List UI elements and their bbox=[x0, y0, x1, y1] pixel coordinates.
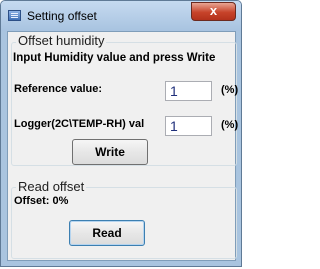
reference-value-input[interactable]: 1 bbox=[165, 81, 212, 101]
write-button[interactable]: Write bbox=[72, 139, 148, 165]
offset-readout: Offset: 0% bbox=[14, 195, 69, 207]
read-offset-group-title: Read offset bbox=[16, 179, 87, 194]
reference-value-label: Reference value: bbox=[14, 83, 103, 95]
dialog-client-area: Offset humidity Input Humidity value and… bbox=[7, 31, 239, 261]
read-button[interactable]: Read bbox=[69, 220, 145, 246]
offset-humidity-group-title: Offset humidity bbox=[16, 33, 107, 48]
app-window-icon bbox=[8, 10, 21, 21]
window-title: Setting offset bbox=[27, 9, 97, 23]
setting-offset-window: Setting offset x Offset humidity Input H… bbox=[0, 0, 242, 267]
reference-unit: (%) bbox=[221, 84, 239, 96]
close-button[interactable]: x bbox=[191, 2, 236, 21]
logger-value-label: Logger(2C\TEMP-RH) val bbox=[14, 118, 145, 130]
logger-unit: (%) bbox=[221, 119, 239, 131]
logger-value-input[interactable]: 1 bbox=[165, 116, 212, 136]
title-bar[interactable]: Setting offset x bbox=[1, 1, 241, 31]
humidity-instruction: Input Humidity value and press Write bbox=[13, 52, 216, 64]
